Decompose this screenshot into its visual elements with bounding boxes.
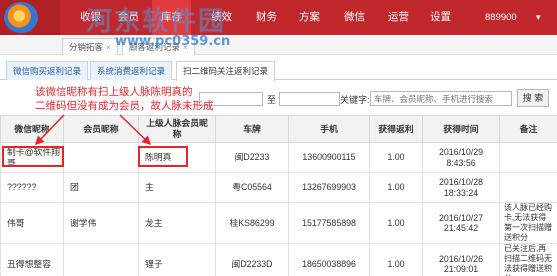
arrow-to-wechat-nickname: [34, 114, 65, 146]
arrow-to-upline-member: [119, 114, 152, 146]
annotation-arrows: [34, 114, 152, 146]
